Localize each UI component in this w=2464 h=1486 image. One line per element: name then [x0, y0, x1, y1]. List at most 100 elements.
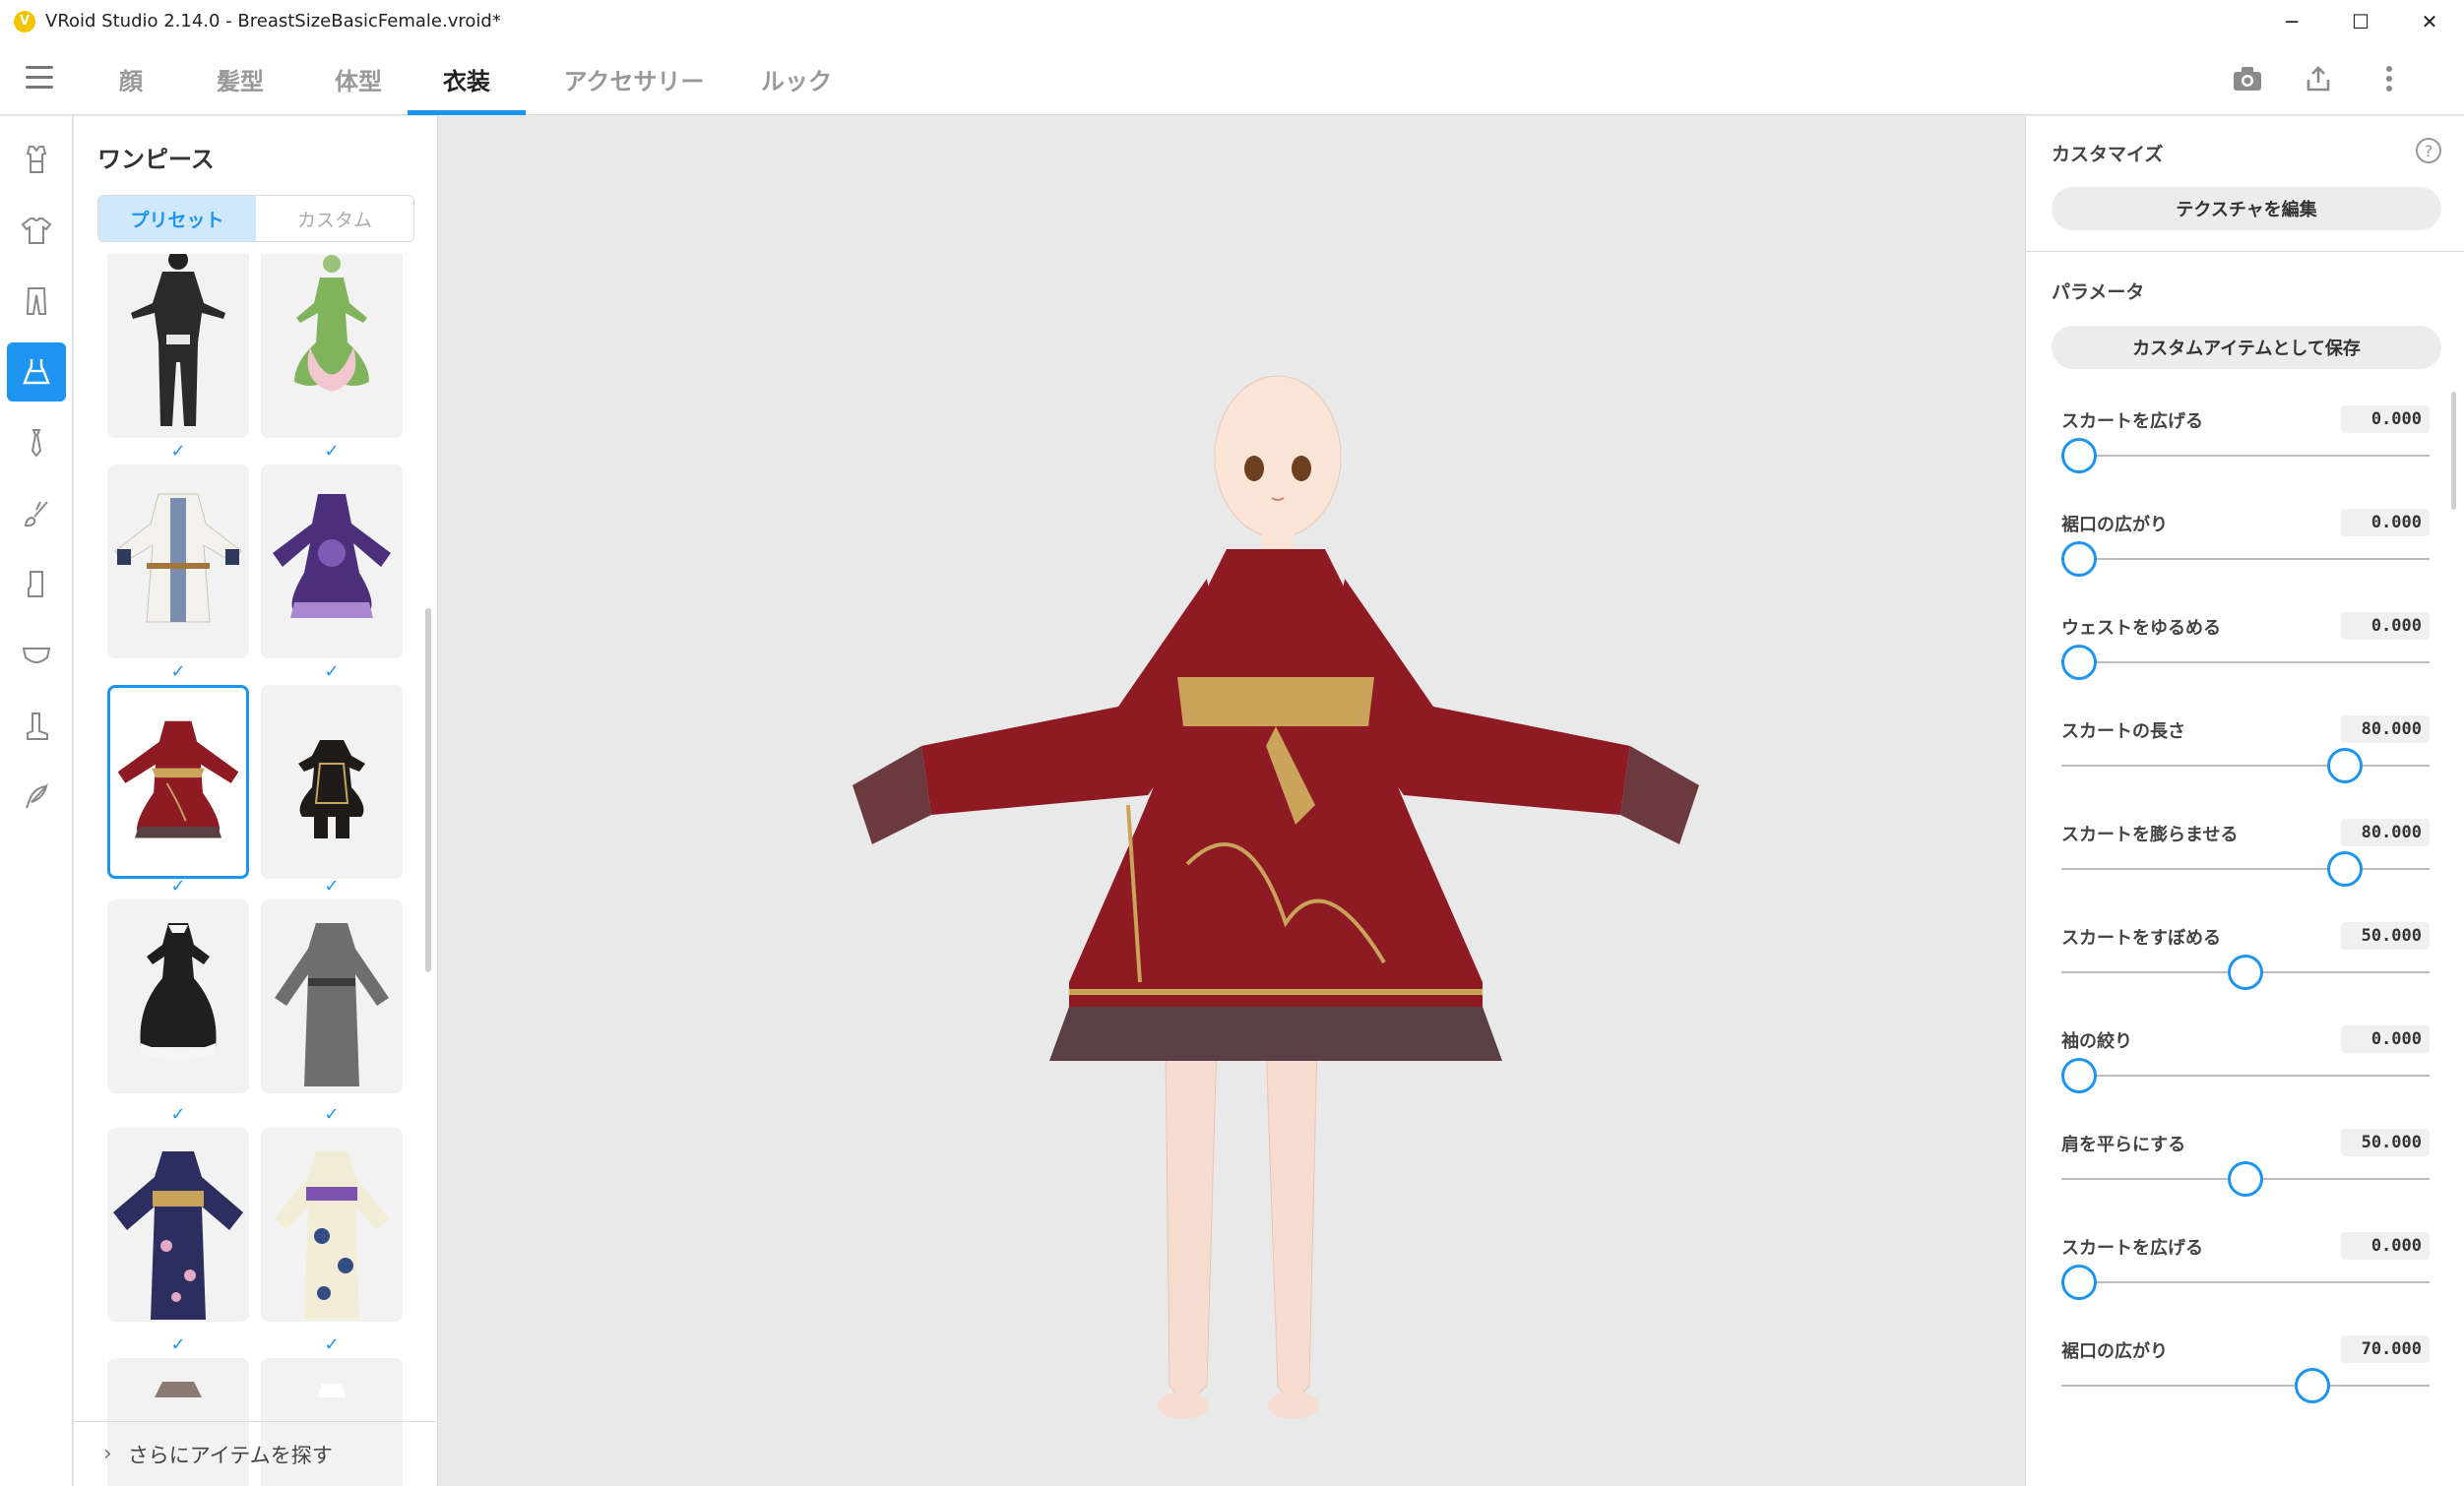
boot-icon[interactable]	[7, 697, 66, 756]
category-tabs: 顔 髪型 体型 衣装 アクセサリー ルック	[98, 42, 851, 115]
preset-item-red-china-dress[interactable]	[107, 685, 249, 879]
panel-title: ワンピース	[97, 146, 215, 173]
preset-item-black-gold-dress[interactable]	[261, 685, 403, 879]
preset-item-black-maid-dress[interactable]	[107, 899, 249, 1093]
slider-track[interactable]	[2061, 1075, 2430, 1077]
preset-item-green-flower-dress[interactable]	[261, 254, 403, 438]
preset-item-navy-yukata[interactable]	[107, 1128, 249, 1322]
pants-icon[interactable]	[7, 272, 66, 331]
preset-item-gray-long-robe[interactable]	[261, 899, 403, 1093]
param-label: スカートを膨らませる	[2061, 825, 2239, 845]
param-label: スカートをすぼめる	[2061, 928, 2221, 949]
slider-knob[interactable]	[2228, 1161, 2263, 1197]
slider-track[interactable]	[2061, 558, 2430, 560]
avatar-model	[853, 375, 1699, 1419]
find-more-label: さらにアイテムを探す	[127, 1443, 333, 1467]
tab-outfit[interactable]: 衣装	[408, 42, 526, 115]
shirt-tucked-icon[interactable]	[7, 130, 66, 189]
slider-track[interactable]	[2061, 1281, 2430, 1283]
slider-knob[interactable]	[2061, 541, 2097, 577]
more-vertical-icon[interactable]	[2354, 42, 2425, 115]
check-mark: ✓	[170, 876, 186, 897]
minimize-button[interactable]: ─	[2257, 0, 2326, 42]
tab-hairstyle[interactable]: 髪型	[171, 42, 309, 115]
save-custom-item-button[interactable]: カスタムアイテムとして保存	[2052, 326, 2441, 369]
check-mark: ✓	[170, 661, 186, 682]
hamburger-menu-icon[interactable]	[26, 66, 53, 92]
param-value-field[interactable]: 70.000	[2341, 1335, 2430, 1363]
tie-icon[interactable]	[7, 413, 66, 472]
category-rail	[0, 116, 73, 1486]
camera-icon[interactable]	[2212, 42, 2283, 115]
preset-item-white-coat-dress[interactable]	[107, 464, 249, 658]
slider-knob[interactable]	[2061, 645, 2097, 680]
edit-texture-button[interactable]: テクスチャを編集	[2052, 187, 2441, 230]
segment-preset[interactable]: プリセット	[98, 196, 256, 241]
param-value-field[interactable]: 80.000	[2341, 819, 2430, 846]
tab-accessory[interactable]: アクセサリー	[526, 42, 742, 115]
param-label: 袖の絞り	[2061, 1031, 2132, 1052]
tshirt-icon[interactable]	[7, 201, 66, 260]
slider-track[interactable]	[2061, 868, 2430, 870]
help-icon[interactable]: ?	[2416, 138, 2441, 163]
socks-icon[interactable]	[7, 555, 66, 614]
feather-icon[interactable]	[7, 768, 66, 827]
check-mark: ✓	[324, 661, 340, 682]
param-label: ウェストをゆるめる	[2061, 618, 2221, 639]
param-row: スカートを広げる 0.000	[2061, 402, 2430, 505]
preset-custom-toggle: プリセット カスタム	[97, 195, 414, 242]
tab-look[interactable]: ルック	[742, 42, 851, 115]
onepiece-icon[interactable]	[7, 342, 66, 402]
param-value-field[interactable]: 0.000	[2341, 1025, 2430, 1053]
param-value-field[interactable]: 0.000	[2341, 1232, 2430, 1260]
find-more-items[interactable]: › さらにアイテムを探す	[74, 1421, 438, 1486]
check-mark: ✓	[170, 1334, 186, 1355]
customize-title: カスタマイズ	[2052, 144, 2164, 165]
slider-knob[interactable]	[2294, 1368, 2330, 1403]
tab-face[interactable]: 顔	[98, 42, 163, 115]
preset-item-cream-yukata[interactable]	[261, 1128, 403, 1322]
param-value-field[interactable]: 50.000	[2341, 922, 2430, 950]
param-label: スカートを広げる	[2061, 411, 2203, 432]
slider-knob[interactable]	[2327, 748, 2364, 783]
export-icon[interactable]	[2283, 42, 2354, 115]
slider-track[interactable]	[2061, 1385, 2430, 1387]
param-row: 肩を平らにする 50.000	[2061, 1125, 2430, 1228]
preset-scrollbar[interactable]	[425, 608, 431, 972]
param-row: スカートをすぼめる 50.000	[2061, 918, 2430, 1022]
bra-icon[interactable]	[7, 626, 66, 685]
slider-knob[interactable]	[2061, 1265, 2097, 1300]
parameter-scrollbar[interactable]	[2451, 392, 2456, 510]
param-row: スカートを膨らませる 80.000	[2061, 815, 2430, 918]
slider-track[interactable]	[2061, 455, 2430, 457]
check-mark: ✓	[170, 1104, 186, 1125]
param-value-field[interactable]: 0.000	[2341, 509, 2430, 536]
brush-icon[interactable]	[7, 484, 66, 543]
preset-panel: ワンピース プリセット カスタム ✓ ✓ ✓ ✓ ✓ ✓ ✓ ✓ ✓ ✓ › さ…	[74, 116, 438, 1486]
slider-track[interactable]	[2061, 765, 2430, 767]
title-bar: V VRoid Studio 2.14.0 - BreastSizeBasicF…	[0, 0, 2464, 42]
window-title: VRoid Studio 2.14.0 - BreastSizeBasicFem…	[45, 11, 501, 31]
vroid-logo-icon: V	[14, 10, 35, 32]
parameters-title: パラメータ	[2052, 281, 2145, 303]
slider-knob[interactable]	[2061, 1058, 2097, 1093]
preset-item-black-bodysuit[interactable]	[107, 254, 249, 438]
maximize-button[interactable]: ☐	[2326, 0, 2395, 42]
slider-knob[interactable]	[2061, 438, 2097, 473]
param-value-field[interactable]: 80.000	[2341, 715, 2430, 743]
preset-item-purple-lolita-dress[interactable]	[261, 464, 403, 658]
slider-knob[interactable]	[2228, 955, 2263, 990]
top-actions	[2212, 42, 2425, 115]
param-label: スカートの長さ	[2061, 721, 2185, 742]
segment-custom[interactable]: カスタム	[256, 196, 413, 241]
param-value-field[interactable]: 0.000	[2341, 612, 2430, 640]
close-button[interactable]: ✕	[2395, 0, 2464, 42]
check-mark: ✓	[324, 1104, 340, 1125]
model-viewport[interactable]	[439, 116, 2025, 1486]
param-value-field[interactable]: 0.000	[2341, 405, 2430, 433]
slider-knob[interactable]	[2327, 851, 2364, 887]
param-value-field[interactable]: 50.000	[2341, 1129, 2430, 1156]
param-label: 裾口の広がり	[2061, 1341, 2168, 1362]
slider-track[interactable]	[2061, 661, 2430, 663]
tab-body[interactable]: 体型	[309, 42, 408, 115]
